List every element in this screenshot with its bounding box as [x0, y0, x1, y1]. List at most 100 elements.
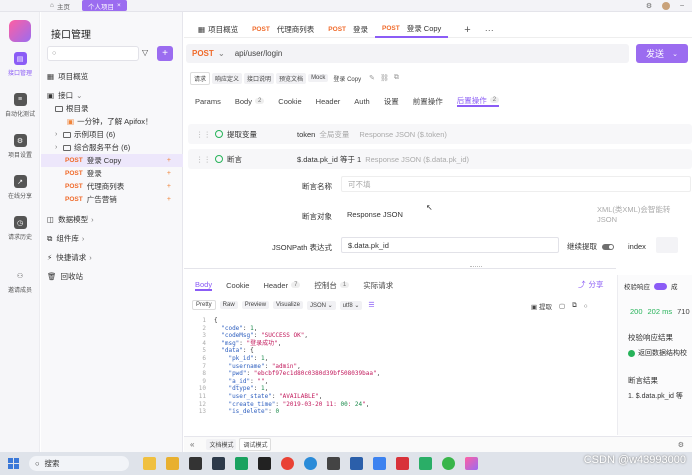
browser-icon[interactable] — [442, 457, 455, 470]
continue-extract-toggle[interactable] — [602, 243, 614, 250]
post-op-extract[interactable]: ⋮⋮ 提取变量 token 全局变量 Response JSON ($.toke… — [188, 124, 692, 144]
copy-icon[interactable]: ⧉ — [572, 302, 577, 310]
resp-tab-header[interactable]: Header 7 — [263, 279, 301, 291]
ide-icon[interactable] — [258, 457, 271, 470]
resp-tab-body[interactable]: Body — [195, 279, 213, 291]
tree-item-login-copy[interactable]: POST 登录 Copy + — [41, 154, 183, 167]
method-select[interactable]: POST ⌄ — [192, 49, 225, 58]
response-body-code[interactable]: 1{2 "code": 1, 3 "codeMsg": "SUCCESS OK",… — [192, 317, 612, 427]
chrome-icon[interactable] — [281, 457, 294, 470]
tab-pre-ops[interactable]: 前置操作 — [413, 95, 443, 107]
tree-item-data-model[interactable]: ◫ 数据模型 › — [41, 213, 183, 226]
personal-project-tab[interactable]: 个人项目 × — [81, 0, 127, 11]
start-icon[interactable] — [8, 458, 19, 469]
add-icon[interactable]: + — [167, 170, 171, 177]
format-raw[interactable]: Raw — [219, 301, 238, 309]
subtab-response-def[interactable]: 响应定义 — [212, 72, 243, 84]
subtab-request[interactable]: 请求 — [190, 71, 211, 85]
tab-login[interactable]: POST 登录 — [321, 22, 375, 38]
debug-mode-button[interactable]: 调试模式 — [239, 438, 272, 451]
save-icon[interactable]: ▢ — [559, 302, 565, 310]
index-input[interactable] — [656, 237, 678, 253]
tab-settings[interactable]: 设置 — [384, 95, 399, 107]
dev-tool-icon[interactable] — [212, 457, 225, 470]
taskbar-search[interactable]: ○ 搜索 — [29, 456, 129, 471]
word-icon[interactable] — [350, 457, 363, 470]
tree-item-agent-list[interactable]: POST 代理商列表 + — [41, 180, 183, 193]
doc-mode-button[interactable]: 文档模式 — [206, 439, 237, 450]
jsonpath-input[interactable]: $.data.pk_id — [341, 237, 559, 253]
subtab-mock[interactable]: Mock — [308, 74, 329, 82]
tab-cookie[interactable]: Cookie — [278, 95, 301, 107]
extract-button[interactable]: ▣ 提取 — [531, 301, 552, 311]
add-icon[interactable]: + — [167, 196, 171, 203]
pycharm-icon[interactable] — [235, 457, 248, 470]
search-input[interactable]: ○ — [47, 46, 139, 61]
rail-item-project-settings[interactable]: ⚙ 项目设置 — [0, 134, 40, 159]
rail-item-share[interactable]: ↗ 在线分享 — [0, 175, 40, 200]
resp-tab-actual-request[interactable]: 实际请求 — [363, 279, 393, 291]
app-icon[interactable] — [327, 457, 340, 470]
encoding-select[interactable]: utf8 ⌄ — [339, 300, 363, 310]
apifox-icon[interactable] — [465, 457, 478, 470]
add-icon[interactable]: + — [167, 157, 171, 164]
terminal-icon[interactable] — [189, 457, 202, 470]
wechat-icon[interactable] — [419, 457, 432, 470]
format-pretty[interactable]: Pretty — [192, 300, 216, 310]
rail-item-api[interactable]: ▤ 接口管理 — [0, 52, 40, 77]
tree-item-components[interactable]: ⧉ 组件库 › — [41, 232, 183, 245]
tree-item-example-project[interactable]: › 示例项目 (6) — [41, 128, 183, 141]
minimize-icon[interactable]: – — [680, 2, 684, 9]
check-circle-icon[interactable] — [215, 130, 223, 138]
search-icon[interactable]: ○ — [584, 303, 588, 310]
check-circle-icon[interactable] — [215, 155, 223, 163]
cloud-icon[interactable] — [373, 457, 386, 470]
rail-item-invite[interactable]: ⚇ 邀请成员 — [0, 269, 40, 295]
tree-item-login[interactable]: POST 登录 + — [41, 167, 183, 180]
task-view-icon[interactable] — [143, 457, 156, 470]
tab-body[interactable]: Body 2 — [235, 95, 265, 107]
resp-tab-console[interactable]: 控制台 1 — [314, 279, 350, 291]
assert-object-select[interactable]: Response JSON XML(类XML)会智能转 JSON — [341, 205, 691, 224]
subtab-preview-doc[interactable]: 预览文档 — [276, 72, 307, 84]
tree-item-intro-doc[interactable]: ▣ 一分钟，了解 Apifox！ — [41, 115, 183, 128]
more-icon[interactable]: ··· — [485, 25, 494, 35]
subtab-api-desc[interactable]: 接口说明 — [244, 72, 275, 84]
filter-icon[interactable]: ▽ — [142, 48, 148, 57]
tree-item-ad-marketing[interactable]: POST 广告营销 + — [41, 193, 183, 206]
share-button[interactable]: ⤴ 分享 — [578, 279, 604, 290]
assert-name-input[interactable]: 可不填 — [341, 176, 691, 192]
rail-item-history[interactable]: ◷ 请求历史 — [0, 216, 40, 241]
add-button[interactable]: + — [157, 46, 173, 61]
tree-item-overview[interactable]: ▦ 项目概览 — [41, 70, 183, 83]
copy-icon[interactable]: ⧉ — [394, 74, 399, 82]
tree-item-root[interactable]: 根目录 — [41, 102, 183, 115]
wrap-icon[interactable]: ☰ — [368, 301, 374, 309]
rail-item-autotest[interactable]: ≡ 自动化测试 — [0, 93, 40, 118]
edit-icon[interactable]: ✎ — [369, 74, 375, 82]
tree-item-recycle-bin[interactable]: 🗑 回收站 — [41, 270, 183, 283]
format-preview[interactable]: Preview — [241, 301, 270, 309]
subtab-name[interactable]: 登录 Copy — [330, 73, 364, 84]
format-json-select[interactable]: JSON ⌄ — [306, 300, 336, 310]
acrobat-icon[interactable] — [396, 457, 409, 470]
post-op-assert[interactable]: ⋮⋮ 断言 $.data.pk_id 等于 1 Response JSON ($… — [188, 149, 692, 169]
format-visualize[interactable]: Visualize — [273, 301, 303, 309]
explorer-icon[interactable] — [166, 457, 179, 470]
add-icon[interactable]: + — [167, 183, 171, 190]
tab-header[interactable]: Header — [316, 95, 341, 107]
tree-item-service-platform[interactable]: › 综合服务平台 (6) — [41, 141, 183, 154]
drag-handle-icon[interactable]: ⋮⋮ — [196, 155, 211, 164]
tree-item-api[interactable]: ▣ 接口 ⌄ — [41, 89, 183, 102]
tree-item-quick-request[interactable]: ⚡ 快捷请求 › — [41, 251, 183, 264]
close-icon[interactable]: × — [117, 2, 121, 9]
avatar[interactable] — [662, 1, 671, 10]
resp-tab-cookie[interactable]: Cookie — [226, 279, 249, 291]
help-icon[interactable]: ⚙ — [678, 441, 684, 449]
send-button[interactable]: 发送 ⌄ — [636, 44, 688, 63]
edge-icon[interactable] — [304, 457, 317, 470]
settings-icon[interactable]: ⚙ — [646, 2, 652, 10]
validate-toggle[interactable] — [654, 282, 667, 290]
tab-post-ops[interactable]: 后置操作 2 — [456, 95, 500, 107]
collapse-icon[interactable]: « — [190, 440, 194, 449]
